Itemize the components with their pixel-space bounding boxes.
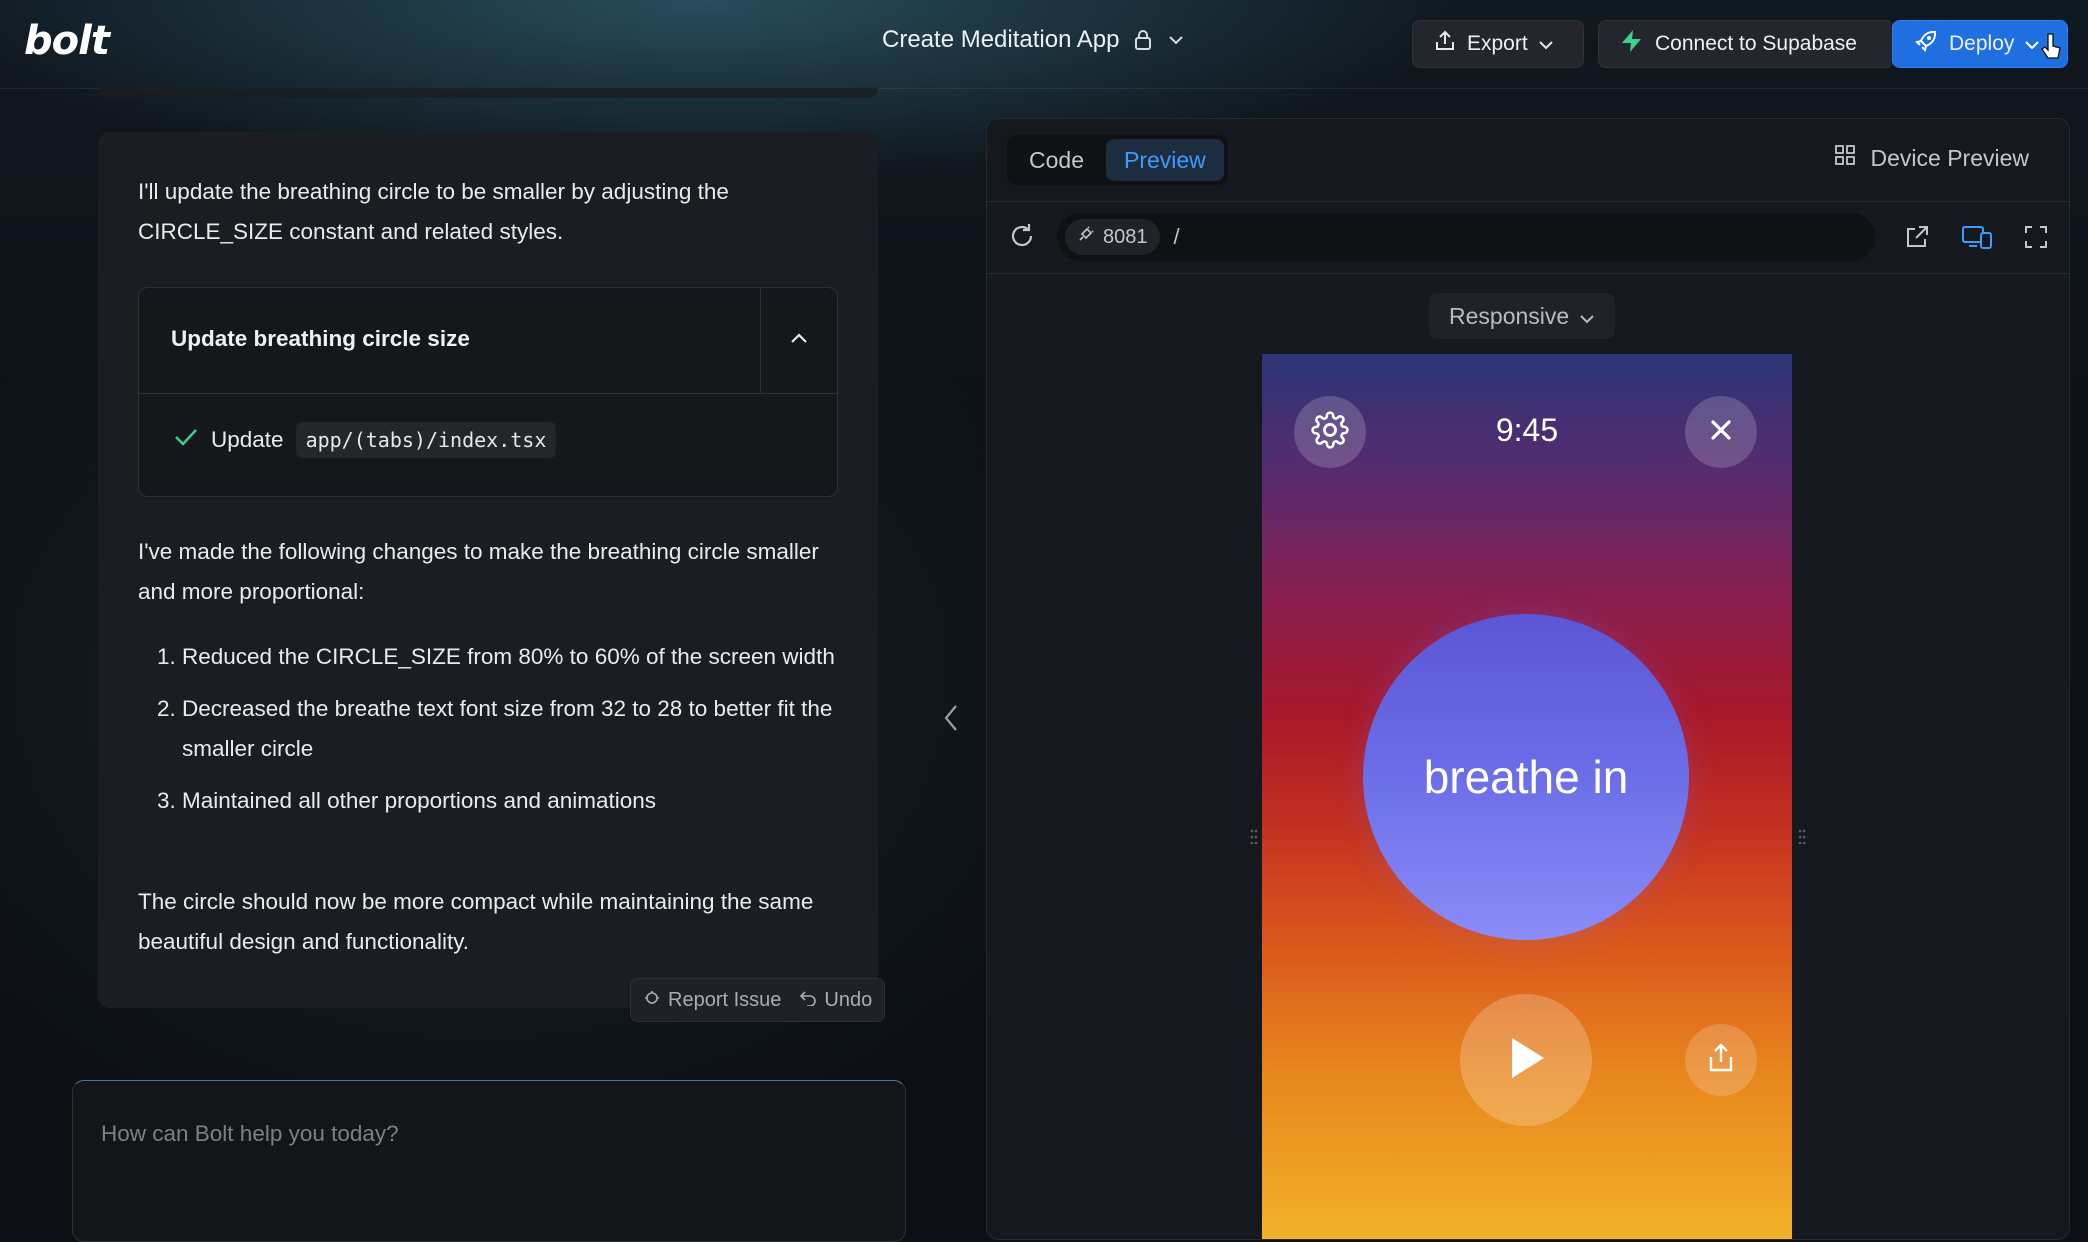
- undo-label: Undo: [824, 988, 873, 1011]
- top-header: bolt Create Meditation App Export Connec…: [0, 0, 2088, 89]
- supabase-icon: [1619, 28, 1645, 60]
- grid-icon: [1833, 143, 1857, 173]
- message-intro: I'll update the breathing circle to be s…: [138, 179, 729, 244]
- collapse-action-button[interactable]: [760, 288, 837, 393]
- responsive-label: Responsive: [1449, 302, 1570, 329]
- workbench-header: Code Preview Device Preview: [987, 119, 2069, 202]
- message-actions: Report Issue Undo: [630, 978, 886, 1022]
- check-icon: [173, 426, 199, 454]
- chevron-down-icon: [1579, 303, 1595, 330]
- reload-icon: [1007, 224, 1037, 255]
- resize-handle-right[interactable]: [1797, 825, 1807, 849]
- tab-preview[interactable]: Preview: [1105, 139, 1224, 181]
- action-artifact: Update breathing circle size Update app/…: [138, 287, 838, 497]
- chevron-down-icon: [1167, 34, 1185, 46]
- deploy-label: Deploy: [1949, 32, 2015, 55]
- workbench-panel: Code Preview Device Preview 8081 / Respo…: [986, 118, 2070, 1240]
- url-path[interactable]: /: [1174, 224, 1180, 250]
- responsive-dropdown[interactable]: Responsive: [1429, 293, 1616, 339]
- chevron-up-icon: [789, 331, 809, 350]
- previous-message-edge: [98, 88, 878, 98]
- rocket-icon: [1913, 28, 1939, 60]
- export-button[interactable]: Export: [1412, 20, 1584, 68]
- export-label: Export: [1467, 32, 1528, 55]
- list-item: Maintained all other proportions and ani…: [182, 781, 882, 821]
- view-tabs: Code Preview: [1007, 135, 1228, 185]
- url-bar[interactable]: 8081 /: [1057, 213, 1875, 261]
- share-icon: [1706, 1042, 1736, 1079]
- collapse-chat-button[interactable]: [936, 700, 966, 740]
- supabase-label: Connect to Supabase: [1655, 32, 1857, 55]
- resize-handle-left[interactable]: [1249, 825, 1259, 849]
- message-outro: The circle should now be more compact wh…: [138, 889, 814, 954]
- action-title: Update breathing circle size: [171, 326, 470, 351]
- list-item: Decreased the breathe text font size fro…: [182, 689, 882, 769]
- reload-button[interactable]: [1007, 221, 1037, 256]
- chevron-left-icon: [942, 703, 960, 738]
- changes-list: Reduced the CIRCLE_SIZE from 80% to 60% …: [138, 637, 882, 833]
- step-file[interactable]: app/(tabs)/index.tsx: [295, 422, 557, 458]
- connect-supabase-button[interactable]: Connect to Supabase: [1598, 20, 1894, 68]
- breathe-text: breathe in: [1423, 751, 1629, 803]
- plug-icon: [1077, 225, 1095, 249]
- preview-actions: [1903, 223, 2049, 256]
- chevron-down-icon: [1538, 32, 1554, 56]
- assistant-message: I'll update the breathing circle to be s…: [98, 132, 878, 1008]
- action-header[interactable]: Update breathing circle size: [139, 288, 837, 394]
- device-preview-button[interactable]: Device Preview: [1833, 143, 2030, 173]
- list-item: Reduced the CIRCLE_SIZE from 80% to 60% …: [182, 637, 882, 677]
- share-export-icon: [1433, 29, 1457, 59]
- play-button[interactable]: [1460, 994, 1592, 1126]
- close-icon: [1707, 416, 1735, 449]
- play-icon: [1504, 1034, 1548, 1087]
- project-title-menu[interactable]: Create Meditation App: [882, 26, 1185, 54]
- chat-input[interactable]: [99, 1113, 863, 1155]
- bolt-logo[interactable]: bolt: [24, 18, 110, 64]
- app-preview-frame: 9:45 breathe in: [1262, 354, 1792, 1239]
- port-number: 8081: [1103, 225, 1148, 248]
- close-button[interactable]: [1685, 396, 1757, 468]
- device-preview-label: Device Preview: [1870, 144, 2030, 171]
- share-button[interactable]: [1685, 1024, 1757, 1096]
- lock-icon: [1133, 29, 1153, 51]
- step-verb: Update: [211, 427, 284, 452]
- tab-code[interactable]: Code: [1011, 139, 1102, 181]
- device-toggle-button[interactable]: [1961, 223, 1993, 256]
- bug-icon: [643, 988, 661, 1012]
- breathing-circle: breathe in: [1363, 614, 1689, 940]
- open-external-button[interactable]: [1903, 223, 1931, 256]
- changes-intro: I've made the following changes to make …: [138, 539, 819, 604]
- preview-toolbar: 8081 /: [987, 201, 2069, 274]
- chevron-down-icon: [2024, 32, 2040, 56]
- project-title: Create Meditation App: [882, 26, 1120, 53]
- report-issue-button[interactable]: Report Issue: [643, 988, 781, 1012]
- action-step: Update app/(tabs)/index.tsx: [173, 422, 557, 458]
- fullscreen-button[interactable]: [2023, 224, 2049, 255]
- mouse-cursor: [2040, 32, 2064, 67]
- port-selector[interactable]: 8081: [1065, 219, 1160, 255]
- report-issue-label: Report Issue: [668, 988, 782, 1011]
- undo-icon: [799, 988, 817, 1012]
- undo-button[interactable]: Undo: [799, 988, 872, 1012]
- chat-input-box[interactable]: [72, 1080, 906, 1242]
